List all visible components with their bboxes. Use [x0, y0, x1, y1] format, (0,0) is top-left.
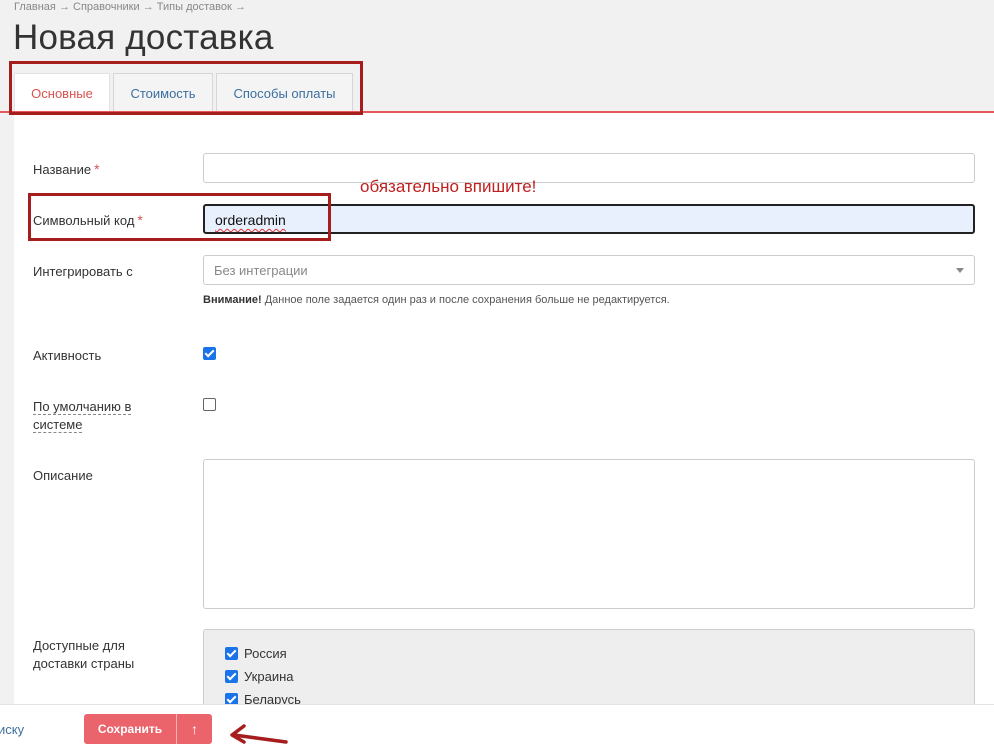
default-label-line2: системе: [33, 417, 83, 433]
country-checkbox[interactable]: [225, 647, 238, 660]
annotation-arrow-icon: [230, 724, 288, 744]
code-input[interactable]: orderadmin: [203, 204, 975, 234]
breadcrumb-separator: →: [234, 1, 246, 13]
save-and-scroll-up-button[interactable]: ↑: [176, 714, 212, 744]
active-label: Активность: [33, 348, 102, 363]
integration-label: Интегрировать с: [33, 264, 133, 279]
tab-main[interactable]: Основные: [14, 73, 110, 113]
description-label: Описание: [33, 468, 93, 483]
save-button[interactable]: Сохранить: [84, 714, 176, 744]
breadcrumb-item-delivery-types[interactable]: Типы доставок: [157, 1, 232, 13]
integration-select-value: Без интеграции: [214, 263, 308, 278]
country-checkbox[interactable]: [225, 670, 238, 683]
breadcrumb-separator: →: [142, 1, 154, 13]
countries-label-line1: Доступные для: [33, 638, 125, 653]
name-label-text: Название: [33, 162, 92, 177]
active-checkbox[interactable]: [203, 347, 216, 360]
default-checkbox[interactable]: [203, 398, 216, 411]
integration-select[interactable]: Без интеграции: [203, 255, 975, 285]
tab-payment-methods[interactable]: Способы оплаты: [216, 73, 353, 112]
code-label-text: Символьный код: [33, 213, 135, 228]
arrow-up-icon: ↑: [191, 721, 198, 737]
form-panel: [14, 113, 994, 713]
country-name: Россия: [244, 646, 287, 661]
breadcrumb: Главная → Справочники → Типы доставок →: [14, 1, 246, 13]
code-label: Символьный код *: [33, 211, 143, 230]
description-textarea[interactable]: [203, 459, 975, 609]
breadcrumb-separator: →: [58, 1, 70, 13]
default-label-line1: По умолчанию в: [33, 399, 132, 415]
footer-bar: иску Сохранить ↑: [0, 704, 994, 748]
default-label[interactable]: По умолчанию в системе: [33, 398, 132, 434]
code-input-value: orderadmin: [215, 212, 286, 228]
hint-text: Данное поле задается один раз и после со…: [264, 294, 670, 306]
annotation-text: обязательно впишите!: [360, 177, 537, 196]
required-asterisk: *: [137, 212, 143, 228]
countries-label: Доступные для доставки страны: [33, 637, 134, 673]
breadcrumb-item-references[interactable]: Справочники: [73, 1, 140, 13]
chevron-down-icon: [956, 268, 964, 273]
name-label: Название *: [33, 160, 100, 179]
code-value-text: orderadmin: [215, 212, 286, 228]
country-name: Украина: [244, 669, 294, 684]
save-button-group: Сохранить ↑: [84, 714, 212, 744]
integration-hint: Внимание! Данное поле задается один раз …: [203, 294, 670, 306]
name-input[interactable]: [203, 153, 975, 183]
breadcrumb-item-home[interactable]: Главная: [14, 1, 56, 13]
back-to-list-link[interactable]: иску: [0, 722, 24, 737]
hint-bold: Внимание!: [203, 294, 262, 306]
countries-label-line2: доставки страны: [33, 656, 135, 671]
tab-cost[interactable]: Стоимость: [113, 73, 213, 112]
page-title: Новая доставка: [13, 18, 274, 57]
required-asterisk: *: [94, 161, 100, 177]
